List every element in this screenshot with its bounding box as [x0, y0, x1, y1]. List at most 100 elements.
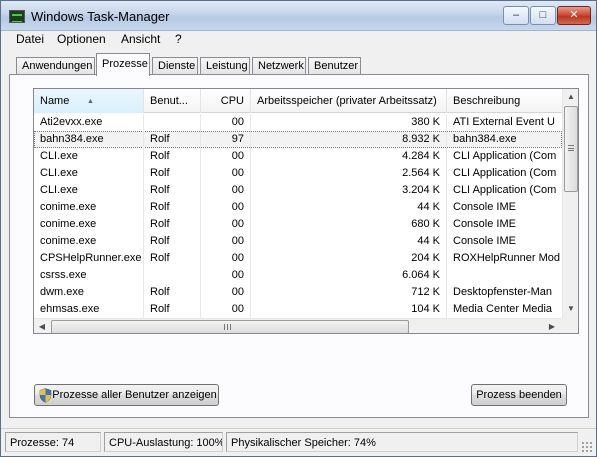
menu-help[interactable]: ? [175, 32, 182, 46]
table-row[interactable]: ehmsas.exe Rolf 00 104 K Media Center Media [34, 301, 562, 318]
table-row[interactable]: conime.exe Rolf 00 44 K Console IME [34, 233, 562, 250]
table-row[interactable]: CLI.exe Rolf 00 3.204 K CLI Application (Com [34, 182, 562, 199]
cell-description: CLI Application (Com [453, 150, 557, 162]
cell-cpu: 00 [201, 250, 251, 267]
table-row[interactable]: conime.exe Rolf 00 680 K Console IME [34, 216, 562, 233]
cell-description: ROXHelpRunner Mod [453, 252, 560, 264]
cell-description: bahn384.exe [453, 133, 517, 145]
tab-leistung[interactable]: Leistung [200, 57, 250, 75]
end-process-button[interactable]: Prozess beenden [471, 384, 567, 406]
cell-memory: 712 K [251, 284, 447, 301]
cell-name: CPSHelpRunner.exe [34, 250, 144, 267]
scroll-up-arrow-icon[interactable]: ▲ [563, 89, 578, 105]
cell-name: CLI.exe [34, 165, 144, 182]
column-header-name[interactable]: ▲ Name [34, 89, 144, 113]
cell-name: CLI.exe [34, 148, 144, 165]
cell-cpu: 00 [201, 114, 251, 131]
column-header-description[interactable]: Beschreibung [447, 89, 562, 113]
scroll-down-arrow-icon[interactable]: ▼ [563, 301, 578, 317]
cell-user: Rolf [144, 148, 201, 165]
cell-cpu: 00 [201, 216, 251, 233]
table-row[interactable]: CLI.exe Rolf 00 2.564 K CLI Application (Com [34, 165, 562, 182]
process-list[interactable]: ▲ Name Benut... CPU Arbeitsspeicher (pri… [33, 88, 579, 334]
cell-cpu: 00 [201, 301, 251, 318]
cell-memory: 2.564 K [251, 165, 447, 182]
horizontal-scroll-thumb[interactable] [51, 320, 409, 333]
cell-description: Console IME [453, 201, 516, 213]
cell-description: CLI Application (Com [453, 167, 557, 179]
table-row[interactable]: csrss.exe 00 6.064 K [34, 267, 562, 284]
scroll-corner [562, 318, 578, 333]
cell-cpu: 00 [201, 267, 251, 284]
tab-anwendungen[interactable]: Anwendungen [16, 57, 95, 75]
tab-benutzer[interactable]: Benutzer [308, 57, 361, 75]
close-button[interactable]: ✕ [557, 6, 591, 25]
cell-memory: 6.064 K [251, 267, 447, 284]
cell-memory: 104 K [251, 301, 447, 318]
table-row[interactable]: bahn384.exe Rolf 97 8.932 Kbahn384.exe [34, 131, 562, 148]
tab-netzwerk[interactable]: Netzwerk [252, 57, 306, 75]
table-row[interactable]: CLI.exe Rolf 00 4.284 K CLI Application (Com [34, 148, 562, 165]
grip-icon [568, 145, 574, 151]
tab-dienste[interactable]: Dienste [152, 57, 198, 75]
maximize-button[interactable]: □ [530, 6, 556, 25]
status-bar: Prozesse: 74 CPU-Auslastung: 100% Physik… [1, 428, 596, 456]
processes-panel: ▲ Name Benut... CPU Arbeitsspeicher (pri… [9, 74, 589, 418]
table-row[interactable]: Ati2evxx.exe 00 380 K ATI External Event U [34, 114, 562, 131]
cell-description: Console IME [453, 235, 516, 247]
resize-grip-icon[interactable] [581, 441, 593, 453]
cell-memory: 3.204 K [251, 182, 447, 199]
vertical-scroll-thumb[interactable] [564, 106, 578, 192]
tab-prozesse[interactable]: Prozesse [96, 53, 150, 76]
cell-description: CLI Application (Com [453, 184, 557, 196]
task-manager-icon [9, 10, 25, 23]
scroll-left-arrow-icon[interactable]: ◀ [34, 319, 50, 333]
cell-user: Rolf [144, 233, 201, 250]
show-all-users-button[interactable]: Prozesse aller Benutzer anzeigen [34, 384, 219, 406]
cell-cpu: 00 [201, 148, 251, 165]
minimize-button[interactable]: – [503, 6, 529, 25]
horizontal-scrollbar[interactable]: ◀ ▶ [34, 318, 562, 333]
menu-optionen[interactable]: Optionen [57, 32, 106, 46]
cell-name: dwm.exe [34, 284, 144, 301]
cell-memory: 44 K [251, 233, 447, 250]
cell-memory: 8.932 K [251, 131, 447, 148]
column-header-user[interactable]: Benut... [144, 89, 201, 113]
cell-description: Media Center Media [453, 303, 553, 315]
list-header: ▲ Name Benut... CPU Arbeitsspeicher (pri… [34, 89, 562, 113]
cell-cpu: 00 [201, 199, 251, 216]
column-header-cpu[interactable]: CPU [201, 89, 251, 113]
sort-ascending-icon: ▲ [87, 98, 94, 105]
cell-cpu: 00 [201, 233, 251, 250]
cell-description: ATI External Event U [453, 116, 555, 128]
title-bar[interactable]: Windows Task-Manager – □ ✕ [1, 1, 596, 31]
column-header-name-label: Name [40, 95, 70, 107]
list-rows: Ati2evxx.exe 00 380 K ATI External Event Ub… [34, 114, 562, 318]
cell-name: conime.exe [34, 233, 144, 250]
menu-datei[interactable]: Datei [16, 32, 44, 46]
cell-memory: 380 K [251, 114, 447, 131]
window-title: Windows Task-Manager [31, 9, 170, 24]
column-header-memory[interactable]: Arbeitsspeicher (privater Arbeitssatz) [251, 89, 447, 113]
cell-description: Desktopfenster-Man [453, 286, 553, 298]
cell-user: Rolf [144, 199, 201, 216]
cell-user: Rolf [144, 284, 201, 301]
cell-memory: 204 K [251, 250, 447, 267]
vertical-scrollbar[interactable]: ▲ ▼ [562, 89, 578, 318]
tab-strip: Anwendungen Prozesse Dienste Leistung Ne… [1, 53, 596, 76]
cell-cpu: 00 [201, 182, 251, 199]
cell-name: CLI.exe [34, 182, 144, 199]
cell-user [144, 267, 201, 284]
table-row[interactable]: dwm.exe Rolf 00 712 K Desktopfenster-Man [34, 284, 562, 301]
status-cpu-usage: CPU-Auslastung: 100% [104, 432, 223, 452]
scroll-right-arrow-icon[interactable]: ▶ [544, 319, 560, 333]
menu-ansicht[interactable]: Ansicht [121, 32, 160, 46]
status-process-count: Prozesse: 74 [5, 432, 101, 452]
cell-cpu: 00 [201, 165, 251, 182]
table-row[interactable]: conime.exe Rolf 00 44 K Console IME [34, 199, 562, 216]
cell-memory: 680 K [251, 216, 447, 233]
cell-description: Console IME [453, 218, 516, 230]
table-row[interactable]: CPSHelpRunner.exe Rolf 00 204 K ROXHelpRunne… [34, 250, 562, 267]
cell-user: Rolf [144, 301, 201, 318]
cell-memory: 44 K [251, 199, 447, 216]
